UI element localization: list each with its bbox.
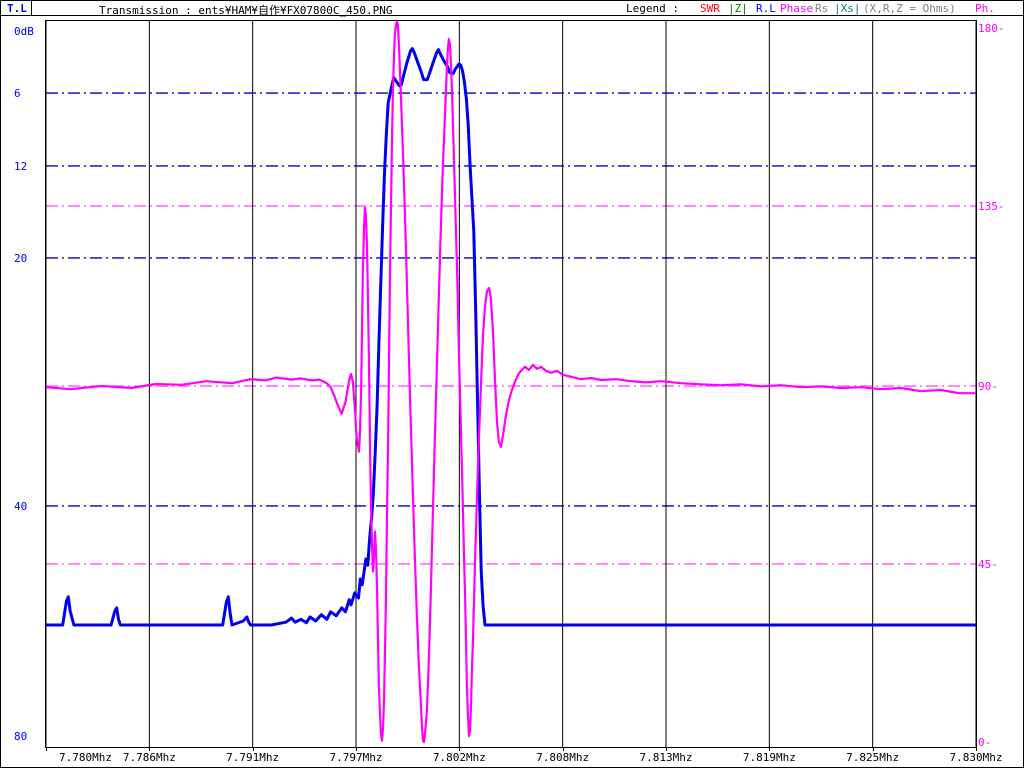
legend-item-z: |Z| (728, 2, 748, 15)
right-axis-tick-label: 0- (978, 736, 991, 749)
right-axis-label: Ph. (975, 2, 995, 15)
x-axis-tick-label: 7.797Mhz (330, 751, 383, 764)
legend-item-xs: |Xs| (834, 2, 861, 15)
header-divider (31, 1, 32, 15)
left-axis-tick-label: 12 (14, 160, 27, 173)
x-axis-tick-label: 7.791Mhz (226, 751, 279, 764)
left-axis-tick-label: 0dB (14, 25, 34, 38)
x-axis-tick-mark (563, 747, 564, 751)
x-axis-tick-label: 7.780Mhz (59, 751, 112, 764)
right-axis-tick-label: 180- (978, 22, 1005, 35)
legend-item-phase: Phase (780, 2, 813, 15)
legend-item-xrzohms: (X,R,Z = Ohms) (863, 2, 956, 15)
x-axis-tick-mark (769, 747, 770, 751)
x-axis-tick-label: 7.825Mhz (846, 751, 899, 764)
x-axis-tick-label: 7.813Mhz (640, 751, 693, 764)
plot-frame (45, 20, 977, 748)
right-axis-tick-label: 90- (978, 380, 998, 393)
left-axis-tick-label: 40 (14, 500, 27, 513)
x-axis-tick-mark (46, 747, 47, 751)
left-axis-tick-label: 20 (14, 252, 27, 265)
x-axis-tick-mark (459, 747, 460, 751)
x-axis-tick-label: 7.802Mhz (433, 751, 486, 764)
x-axis-tick-mark (666, 747, 667, 751)
x-axis-tick-label: 7.819Mhz (743, 751, 796, 764)
header: T.L Transmission : ents¥HAM¥自作¥FX07800C_… (1, 1, 1024, 15)
analyzer-window: T.L Transmission : ents¥HAM¥自作¥FX07800C_… (0, 0, 1024, 768)
x-axis-tick-mark (873, 747, 874, 751)
left-axis-tick-label: 6 (14, 87, 21, 100)
x-axis-tick-mark (356, 747, 357, 751)
legend-item-rs: Rs (815, 2, 828, 15)
x-axis-tick-label: 7.808Mhz (536, 751, 589, 764)
phase-curve (46, 22, 976, 742)
plot-svg (46, 21, 976, 747)
right-axis-tick-label: 45- (978, 558, 998, 571)
legend-label: Legend : (626, 2, 679, 15)
left-axis-tick-label: 80 (14, 730, 27, 743)
x-axis-tick-mark (976, 747, 977, 751)
x-axis-tick-label: 7.830Mhz (950, 751, 1003, 764)
transmission-curve (46, 49, 976, 625)
right-axis-tick-label: 135- (978, 200, 1005, 213)
legend-item-rl: R.L (756, 2, 776, 15)
mode-label: T.L (7, 2, 27, 15)
x-axis-tick-mark (253, 747, 254, 751)
x-axis-tick-mark (149, 747, 150, 751)
header-rule (1, 15, 1024, 16)
x-axis-tick-label: 7.786Mhz (123, 751, 176, 764)
legend-item-swr: SWR (700, 2, 720, 15)
